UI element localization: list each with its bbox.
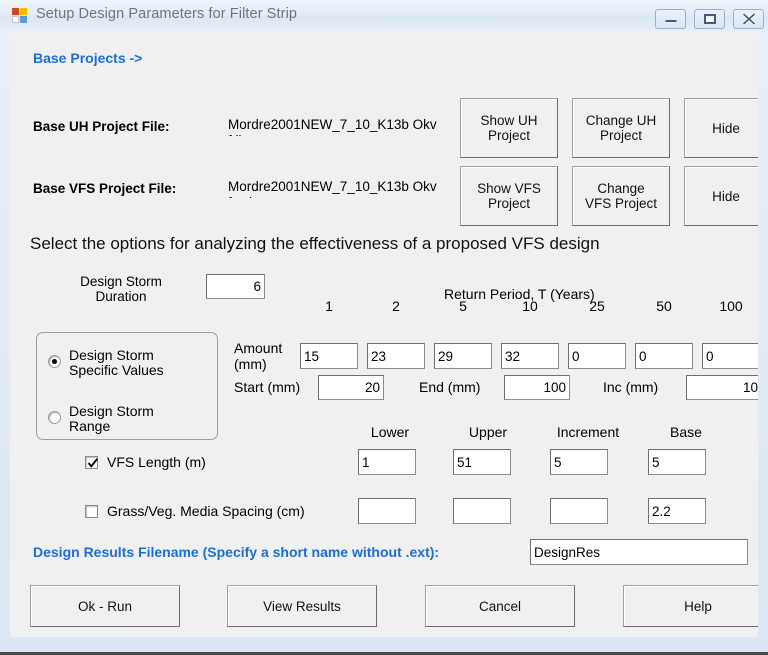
- param-column-upper: Upper: [468, 424, 508, 440]
- window-title: Setup Design Parameters for Filter Strip: [36, 6, 298, 22]
- design-results-filename-input[interactable]: DesignRes: [530, 539, 748, 565]
- design-results-filename-label: Design Results Filename (Specify a short…: [33, 544, 440, 560]
- return-period-header-0: 1: [325, 298, 333, 314]
- show-uh-project-button[interactable]: Show UH Project: [460, 98, 558, 158]
- return-period-header-6: 100: [719, 298, 743, 314]
- label-grass-media-spacing: Grass/Veg. Media Spacing (cm): [107, 503, 305, 519]
- amount-input-1[interactable]: 23: [367, 343, 425, 369]
- amount-label-line2: (mm): [234, 356, 267, 372]
- base-projects-heading: Base Projects ->: [33, 50, 143, 66]
- range-inc-input[interactable]: 10: [686, 375, 758, 400]
- param-column-base: Base: [670, 424, 702, 440]
- vfs-length-base-input[interactable]: 5: [648, 449, 706, 475]
- checkbox-vfs-length[interactable]: [85, 456, 99, 469]
- return-period-header-5: 50: [656, 298, 672, 314]
- app-grid-icon: [12, 8, 28, 24]
- base-uh-project-label: Base UH Project File:: [33, 119, 170, 134]
- cancel-button[interactable]: Cancel: [425, 585, 575, 627]
- radio-range-label-line2: Range: [69, 418, 111, 434]
- minimize-button[interactable]: [655, 9, 686, 29]
- amount-label-line1: Amount: [234, 340, 283, 356]
- change-vfs-project-button[interactable]: Change VFS Project: [572, 166, 670, 226]
- return-period-header-4: 25: [589, 298, 605, 314]
- radio-range-label-line1: Design Storm: [69, 403, 154, 419]
- label-vfs-length: VFS Length (m): [107, 454, 206, 470]
- show-vfs-project-button[interactable]: Show VFS Project: [460, 166, 558, 226]
- maximize-button[interactable]: [694, 9, 725, 29]
- form-client-area: Base Projects -> Base UH Project File: M…: [10, 31, 758, 637]
- range-inc-label: Inc (mm): [603, 379, 659, 395]
- radio-design-storm-specific[interactable]: [48, 355, 61, 368]
- ok-run-button[interactable]: Ok - Run: [30, 585, 180, 627]
- range-end-input[interactable]: 100: [504, 375, 570, 400]
- design-storm-duration-label-line2: Duration: [95, 289, 147, 304]
- amount-input-5[interactable]: 0: [635, 343, 693, 369]
- amount-input-0[interactable]: 15: [300, 343, 358, 369]
- base-vfs-project-label: Base VFS Project File:: [33, 181, 177, 196]
- param-column-increment: Increment: [556, 424, 620, 440]
- base-vfs-project-value: Mordre2001NEW_7_10_K13b Okvf.vsi: [228, 179, 437, 198]
- vfs-length-increment-input[interactable]: 5: [550, 449, 608, 475]
- application-window: Setup Design Parameters for Filter Strip…: [0, 0, 768, 655]
- radio-design-storm-range[interactable]: [48, 411, 61, 424]
- title-bar: Setup Design Parameters for Filter Strip: [0, 0, 768, 31]
- design-storm-duration-input[interactable]: 6: [206, 274, 265, 299]
- range-start-label: Start (mm): [234, 379, 301, 395]
- return-period-header-2: 5: [459, 298, 467, 314]
- change-uh-project-button[interactable]: Change UH Project: [572, 98, 670, 158]
- grass-spacing-upper-input[interactable]: [453, 498, 511, 524]
- grass-spacing-base-input[interactable]: 2.2: [648, 498, 706, 524]
- return-period-header-1: 2: [392, 298, 400, 314]
- param-column-lower: Lower: [370, 424, 410, 440]
- amount-input-3[interactable]: 32: [501, 343, 559, 369]
- view-results-button[interactable]: View Results: [227, 585, 377, 627]
- hide-vfs-project-button[interactable]: Hide: [684, 166, 758, 226]
- vfs-length-lower-input[interactable]: 1: [358, 449, 416, 475]
- radio-specific-label-line2: Specific Values: [69, 362, 164, 378]
- help-button[interactable]: Help: [623, 585, 758, 627]
- grass-spacing-increment-input[interactable]: [550, 498, 608, 524]
- amount-input-4[interactable]: 0: [568, 343, 626, 369]
- grass-spacing-lower-input[interactable]: [358, 498, 416, 524]
- vfs-length-upper-input[interactable]: 51: [453, 449, 511, 475]
- close-button[interactable]: [733, 9, 764, 29]
- amount-input-6[interactable]: 0: [702, 343, 758, 369]
- amount-input-2[interactable]: 29: [434, 343, 492, 369]
- instruction-text: Select the options for analyzing the eff…: [30, 234, 600, 253]
- hide-uh-project-button[interactable]: Hide: [684, 98, 758, 158]
- range-start-input[interactable]: 20: [318, 375, 384, 400]
- base-uh-project-value: Mordre2001NEW_7_10_K13b Okvf.lis: [228, 117, 437, 136]
- design-storm-duration-label-line1: Design Storm: [80, 274, 162, 289]
- radio-specific-label-line1: Design Storm: [69, 347, 154, 363]
- range-end-label: End (mm): [419, 379, 481, 395]
- return-period-header-3: 10: [522, 298, 538, 314]
- checkbox-grass-media-spacing[interactable]: [85, 505, 98, 518]
